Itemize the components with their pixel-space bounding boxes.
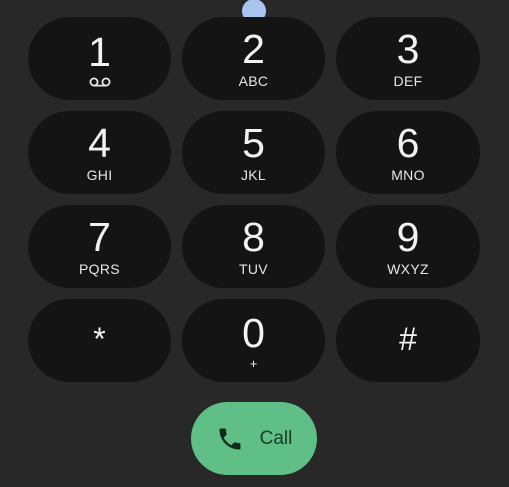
key-1[interactable]: 1	[28, 17, 171, 100]
key-5[interactable]: 5 JKL	[182, 111, 325, 194]
key-digit: *	[93, 320, 106, 357]
key-digit: 1	[88, 28, 111, 75]
key-7[interactable]: 7 PQRS	[28, 205, 171, 288]
key-letters: GHI	[86, 167, 113, 183]
key-letters: TUV	[239, 261, 268, 277]
key-letters: JKL	[240, 167, 267, 183]
key-letters: DEF	[393, 73, 423, 89]
key-2[interactable]: 2 ABC	[182, 17, 325, 100]
key-digit: #	[399, 320, 417, 357]
key-letters: ABC	[238, 73, 269, 89]
key-letters: MNO	[391, 167, 425, 183]
call-label: Call	[259, 427, 293, 449]
key-hash[interactable]: #	[336, 299, 480, 382]
key-digit: 0	[242, 309, 265, 356]
key-digit: 9	[396, 214, 420, 260]
key-digit: 7	[88, 214, 111, 260]
key-0[interactable]: 0 +	[182, 299, 325, 382]
key-digit: 4	[88, 120, 111, 166]
key-9[interactable]: 9 WXYZ	[336, 205, 480, 288]
key-6[interactable]: 6 MNO	[336, 111, 480, 194]
call-button[interactable]: Call	[191, 402, 317, 475]
key-letters: PQRS	[79, 261, 120, 277]
phone-icon	[219, 428, 241, 449]
key-8[interactable]: 8 TUV	[182, 205, 325, 288]
key-digit: 3	[396, 26, 420, 72]
key-digit: 5	[242, 120, 265, 166]
voicemail-icon	[89, 77, 110, 87]
key-star[interactable]: *	[28, 299, 171, 382]
key-4[interactable]: 4 GHI	[28, 111, 171, 194]
key-letters: +	[249, 355, 258, 371]
dial-pad: 1 2 ABC 3 DEF 4 GHI 5 JKL 6 MNO 7 PQRS 8…	[28, 17, 480, 382]
key-digit: 6	[396, 120, 420, 166]
key-3[interactable]: 3 DEF	[336, 17, 480, 100]
key-digit: 2	[242, 26, 265, 72]
key-digit: 8	[242, 214, 265, 260]
key-letters: WXYZ	[387, 261, 429, 277]
